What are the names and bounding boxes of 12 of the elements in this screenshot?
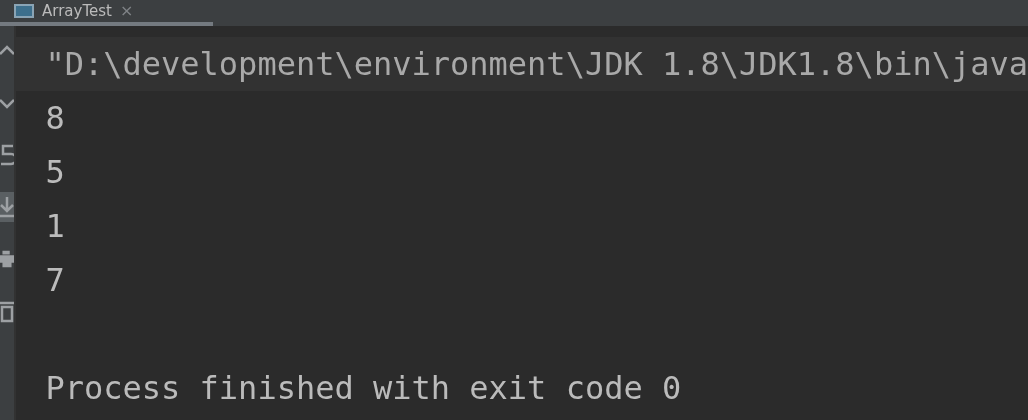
soft-wrap-icon bbox=[0, 143, 15, 167]
scroll-to-end-icon bbox=[0, 195, 15, 219]
output-line: 1 bbox=[44, 206, 66, 247]
printer-icon bbox=[0, 248, 15, 270]
output-line: 7 bbox=[44, 260, 66, 301]
toolbar-button[interactable] bbox=[0, 192, 15, 222]
trash-icon bbox=[0, 299, 15, 323]
output-line: 5 bbox=[44, 152, 66, 193]
tab-title: ArrayTest bbox=[42, 2, 112, 20]
exit-message: Process finished with exit code 0 bbox=[44, 368, 683, 409]
console-icon bbox=[14, 4, 34, 18]
output-line: 8 bbox=[44, 98, 66, 139]
